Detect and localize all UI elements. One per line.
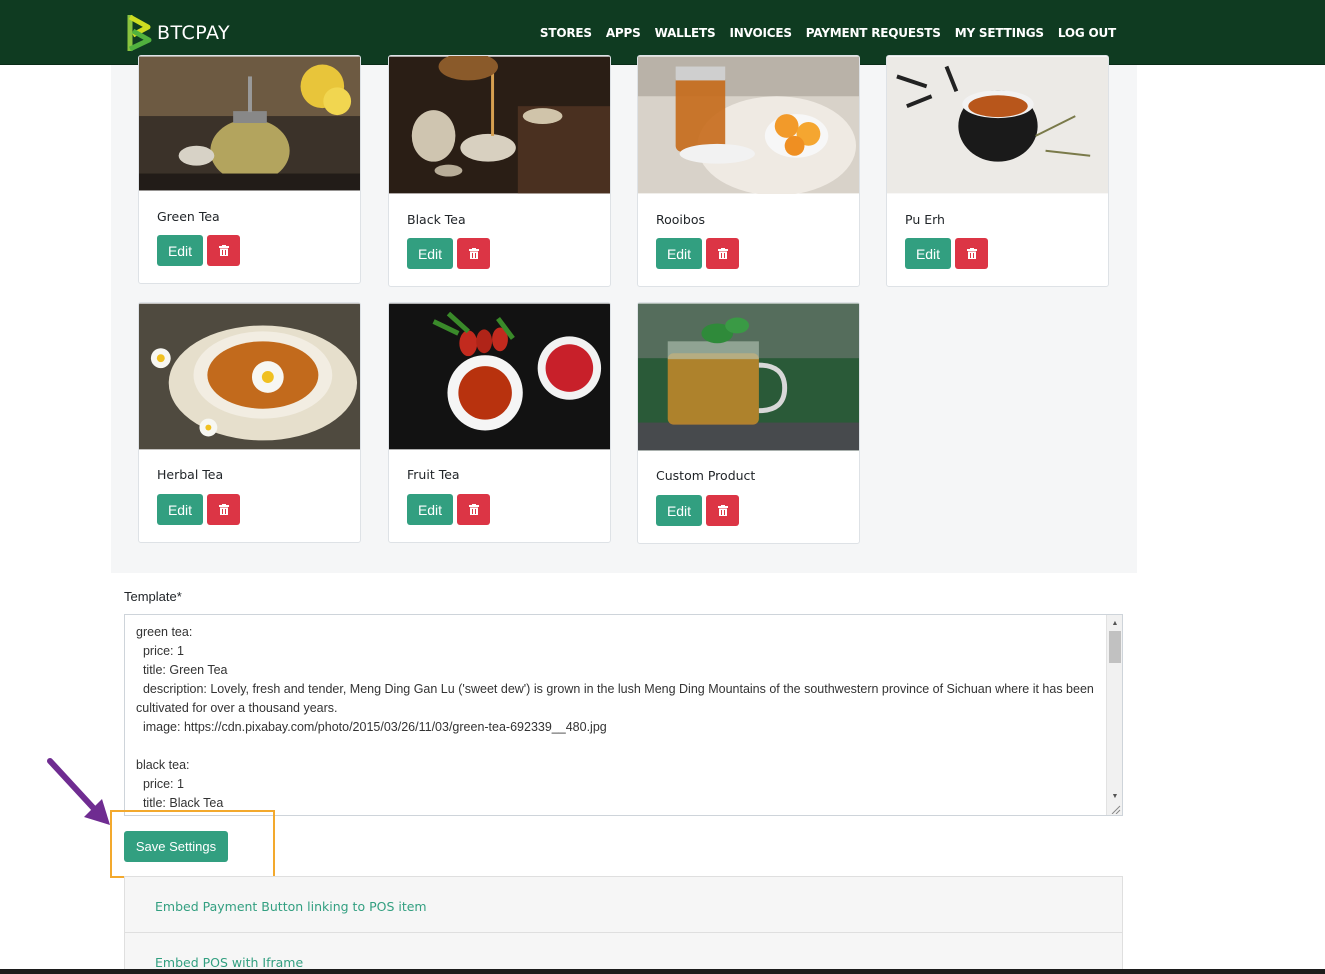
product-image-fruit-tea [389,303,610,450]
product-title: Pu Erh [905,212,945,227]
edit-button[interactable]: Edit [656,495,702,526]
product-title: Green Tea [157,209,220,224]
template-label: Template* [124,589,182,604]
accordion-item-label[interactable]: Embed Payment Button linking to POS item [155,899,427,914]
delete-button[interactable] [706,495,739,526]
product-image-rooibos [638,56,859,194]
edit-button[interactable]: Edit [407,494,453,525]
delete-button[interactable] [207,235,240,266]
trash-icon [218,245,229,256]
nav-apps[interactable]: APPS [606,26,641,40]
accordion-item-embed-pos-iframe[interactable]: Embed POS with Iframe [125,933,1122,974]
edit-button[interactable]: Edit [157,235,203,266]
bottom-edge-bar [0,969,1325,974]
scroll-down-arrow-icon[interactable]: ▼ [1107,789,1122,803]
product-card-fruit-tea: Fruit Tea Edit [388,302,611,543]
product-title: Black Tea [407,212,466,227]
resize-grip-icon[interactable] [1109,804,1121,814]
product-title: Custom Product [656,468,756,483]
scroll-thumb[interactable] [1109,631,1121,663]
edit-button[interactable]: Edit [905,238,951,269]
delete-button[interactable] [457,494,490,525]
product-card-rooibos: Rooibos Edit [637,55,860,287]
trash-icon [468,248,479,259]
product-card-herbal-tea: Herbal Tea Edit [138,302,361,543]
trash-icon [717,248,728,259]
nav-stores[interactable]: STORES [540,26,592,40]
accordion-item-label[interactable]: Embed POS with Iframe [155,955,303,970]
nav-invoices[interactable]: INVOICES [729,26,791,40]
edit-button[interactable]: Edit [407,238,453,269]
btcpay-logo-icon [127,14,152,52]
product-image-pu-erh [887,56,1108,194]
edit-button[interactable]: Edit [157,494,203,525]
product-title: Herbal Tea [157,467,224,482]
brand-logo[interactable]: BTCPAY [127,12,230,54]
embed-accordion: Embed Payment Button linking to POS item… [124,876,1123,974]
template-text: green tea: price: 1 title: Green Tea des… [136,625,1094,810]
nav-wallets[interactable]: WALLETS [655,26,716,40]
nav-log-out[interactable]: LOG OUT [1058,26,1116,40]
nav-payment-requests[interactable]: PAYMENT REQUESTS [806,26,941,40]
accordion-item-embed-payment-button[interactable]: Embed Payment Button linking to POS item [125,877,1122,933]
product-title: Fruit Tea [407,467,460,482]
save-settings-button[interactable]: Save Settings [124,831,228,862]
product-title: Rooibos [656,212,705,227]
product-card-black-tea: Black Tea Edit [388,55,611,287]
brand-name: BTCPAY [157,22,231,44]
delete-button[interactable] [955,238,988,269]
scroll-up-arrow-icon[interactable]: ▲ [1107,616,1122,630]
delete-button[interactable] [706,238,739,269]
delete-button[interactable] [457,238,490,269]
product-image-herbal-tea [139,303,360,450]
product-card-custom-product: Custom Product Edit [637,302,860,544]
trash-icon [218,504,229,515]
delete-button[interactable] [207,494,240,525]
product-image-green-tea [139,56,360,191]
trash-icon [717,505,728,516]
product-card-green-tea: Green Tea Edit [138,55,361,284]
textarea-scrollbar[interactable]: ▲ ▼ [1106,615,1122,815]
trash-icon [966,248,977,259]
trash-icon [468,504,479,515]
template-textarea[interactable]: green tea: price: 1 title: Green Tea des… [124,614,1123,816]
product-card-pu-erh: Pu Erh Edit [886,55,1109,287]
nav-my-settings[interactable]: MY SETTINGS [955,26,1044,40]
product-image-black-tea [389,56,610,194]
edit-button[interactable]: Edit [656,238,702,269]
product-image-custom-product [638,303,859,451]
annotation-arrow-icon [47,758,110,825]
